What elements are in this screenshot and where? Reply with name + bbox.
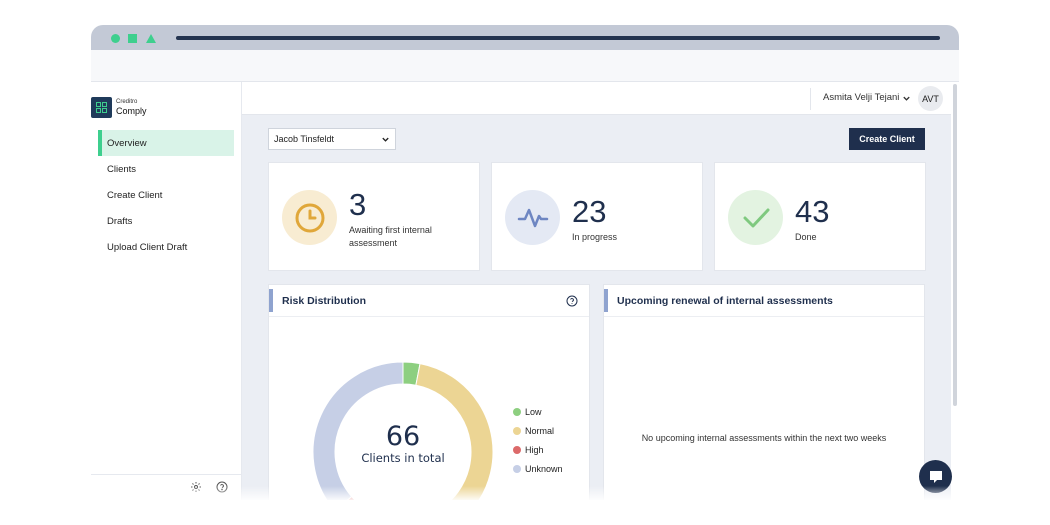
legend-swatch <box>513 407 521 416</box>
app-body: Creditro Comply Overview Clients Create … <box>91 82 959 500</box>
legend-swatch <box>513 426 521 435</box>
chevron-down-icon[interactable] <box>902 94 911 103</box>
app-window: Creditro Comply Overview Clients Create … <box>91 25 959 500</box>
client-select[interactable]: Jacob Tinsfeldt <box>268 128 396 150</box>
scrollbar-thumb[interactable] <box>953 84 957 406</box>
brand-logo[interactable]: Creditro Comply <box>91 82 241 124</box>
legend-swatch <box>513 464 521 473</box>
logo-grid-icon <box>91 97 112 118</box>
panel-accent-bar <box>604 289 608 312</box>
stat-label: Awaiting first internal assessment <box>349 225 432 248</box>
panel-title: Upcoming renewal of internal assessments <box>617 295 833 307</box>
question-icon[interactable] <box>566 295 578 307</box>
empty-state-message: No upcoming internal assessments within … <box>641 433 887 443</box>
risk-distribution-panel: Risk Distribution 66 Clients in total Lo… <box>268 284 590 500</box>
activity-icon <box>505 190 560 245</box>
stat-card-awaiting: 3 Awaiting first internal assessment <box>268 162 480 271</box>
panel-title: Risk Distribution <box>282 295 367 307</box>
main-content: Asmita Velji Tejani AVT Jacob Tinsfeldt … <box>242 82 959 500</box>
panel-header: Upcoming renewal of internal assessments <box>604 285 924 317</box>
sidebar-footer <box>91 474 241 500</box>
legend-swatch <box>513 445 521 454</box>
chevron-down-icon <box>382 137 389 142</box>
stat-card-done: 43 Done <box>714 162 926 271</box>
window-chrome <box>91 25 959 50</box>
stat-card-in-progress: 23 In progress <box>491 162 703 271</box>
brand-company: Creditro <box>116 98 138 105</box>
topbar-divider <box>810 88 811 110</box>
legend-item-normal[interactable]: Normal <box>513 421 563 440</box>
client-select-value: Jacob Tinsfeldt <box>274 134 335 144</box>
legend-item-high[interactable]: High <box>513 440 563 459</box>
chat-launcher-button[interactable] <box>919 460 952 493</box>
sidebar-item-upload-client-draft[interactable]: Upload Client Draft <box>98 234 234 260</box>
brand-product: Comply <box>116 105 147 116</box>
sidebar-nav: Overview Clients Create Client Drafts Up… <box>91 130 241 260</box>
chart-legend: Low Normal High Unknown <box>513 402 563 478</box>
stat-value: 43 <box>795 194 830 229</box>
window-dot-icon <box>111 34 120 43</box>
sidebar-item-create-client[interactable]: Create Client <box>98 182 234 208</box>
help-icon[interactable] <box>215 480 229 494</box>
scrollbar[interactable] <box>951 82 959 500</box>
stat-value: 23 <box>572 194 607 229</box>
address-bar[interactable] <box>176 36 940 40</box>
settings-icon[interactable] <box>189 480 203 494</box>
legend-label: Normal <box>525 425 555 436</box>
upcoming-renewal-panel: Upcoming renewal of internal assessments… <box>603 284 925 500</box>
clock-icon <box>282 190 337 245</box>
browser-toolbar <box>91 50 959 82</box>
window-triangle-icon <box>146 34 156 43</box>
stat-label: In progress <box>572 232 618 242</box>
legend-item-low[interactable]: Low <box>513 402 563 421</box>
sidebar: Creditro Comply Overview Clients Create … <box>91 82 242 500</box>
sidebar-item-clients[interactable]: Clients <box>98 156 234 182</box>
panel-header: Risk Distribution <box>269 285 589 317</box>
user-menu-name[interactable]: Asmita Velji Tejani <box>823 92 899 103</box>
donut-total-label: Clients in total <box>361 451 444 465</box>
chat-bubble-icon <box>929 470 942 483</box>
donut-total-value: 66 <box>386 421 420 452</box>
sidebar-item-drafts[interactable]: Drafts <box>98 208 234 234</box>
panel-accent-bar <box>269 289 273 312</box>
check-icon <box>728 190 783 245</box>
create-client-button[interactable]: Create Client <box>849 128 925 150</box>
sidebar-item-overview[interactable]: Overview <box>98 130 234 156</box>
window-square-icon <box>128 34 137 43</box>
legend-item-unknown[interactable]: Unknown <box>513 459 563 478</box>
stat-label: Done <box>795 232 817 242</box>
legend-label: High <box>525 444 544 455</box>
avatar[interactable]: AVT <box>918 86 943 111</box>
stat-value: 3 <box>349 187 367 222</box>
legend-label: Unknown <box>525 463 563 474</box>
legend-label: Low <box>525 406 542 417</box>
top-bar: Asmita Velji Tejani AVT <box>242 82 959 115</box>
